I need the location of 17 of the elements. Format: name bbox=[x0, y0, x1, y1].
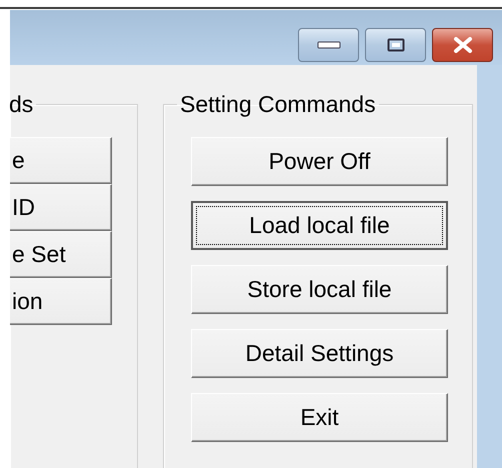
maximize-icon bbox=[386, 38, 404, 52]
maximize-button[interactable] bbox=[365, 28, 426, 62]
minimize-icon bbox=[316, 41, 340, 49]
command-button[interactable]: ID bbox=[10, 184, 112, 231]
command-button[interactable]: e bbox=[10, 137, 112, 184]
minimize-button[interactable] bbox=[298, 28, 359, 62]
command-button[interactable]: Power Off bbox=[191, 137, 448, 186]
group-title: Setting Commands bbox=[179, 91, 377, 117]
close-button[interactable] bbox=[432, 28, 493, 62]
command-button[interactable]: Detail Settings bbox=[191, 329, 448, 378]
command-button[interactable]: Exit bbox=[191, 393, 448, 442]
group-title: ds bbox=[8, 91, 34, 117]
command-button[interactable]: Store local file bbox=[191, 265, 448, 314]
command-button[interactable]: ion bbox=[10, 278, 112, 325]
command-button[interactable]: Load local file bbox=[191, 201, 448, 250]
close-icon bbox=[452, 37, 474, 53]
command-button[interactable]: e Set bbox=[10, 231, 112, 278]
